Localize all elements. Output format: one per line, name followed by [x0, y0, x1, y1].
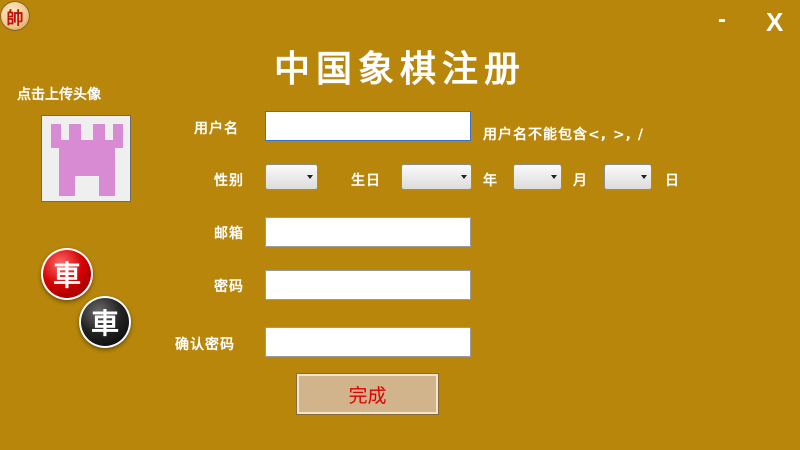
minimize-button[interactable]: -: [718, 8, 726, 32]
app-logo-icon: 帥: [0, 1, 30, 31]
confirm-password-input[interactable]: [265, 327, 471, 357]
username-hint: 用户名不能包含<, >, /: [483, 127, 644, 143]
castle-rook-icon: [51, 124, 123, 196]
username-input[interactable]: [265, 111, 471, 141]
password-input[interactable]: [265, 270, 471, 300]
submit-button[interactable]: 完成: [297, 374, 438, 414]
password-label: 密码: [214, 279, 244, 295]
gender-select[interactable]: [265, 164, 318, 190]
email-input[interactable]: [265, 217, 471, 247]
avatar-upload-box[interactable]: [41, 115, 131, 202]
chevron-down-icon: [551, 175, 557, 179]
gender-label: 性别: [214, 173, 244, 189]
day-label: 日: [665, 173, 680, 189]
month-label: 月: [573, 173, 588, 189]
username-label: 用户名: [194, 121, 239, 137]
birthday-label: 生日: [351, 173, 381, 189]
chevron-down-icon: [307, 175, 313, 179]
red-chariot-piece-icon: 車: [41, 248, 93, 300]
close-button[interactable]: X: [766, 8, 783, 36]
confirm-password-label: 确认密码: [175, 337, 235, 353]
email-label: 邮箱: [214, 226, 244, 242]
chevron-down-icon: [461, 175, 467, 179]
birth-day-select[interactable]: [604, 164, 652, 190]
avatar-upload-caption: 点击上传头像: [17, 87, 101, 103]
black-chariot-piece-icon: 車: [79, 296, 131, 348]
page-title: 中国象棋注册: [273, 48, 526, 90]
birth-month-select[interactable]: [513, 164, 562, 190]
chevron-down-icon: [641, 175, 647, 179]
birth-year-select[interactable]: [401, 164, 472, 190]
year-label: 年: [483, 173, 498, 189]
